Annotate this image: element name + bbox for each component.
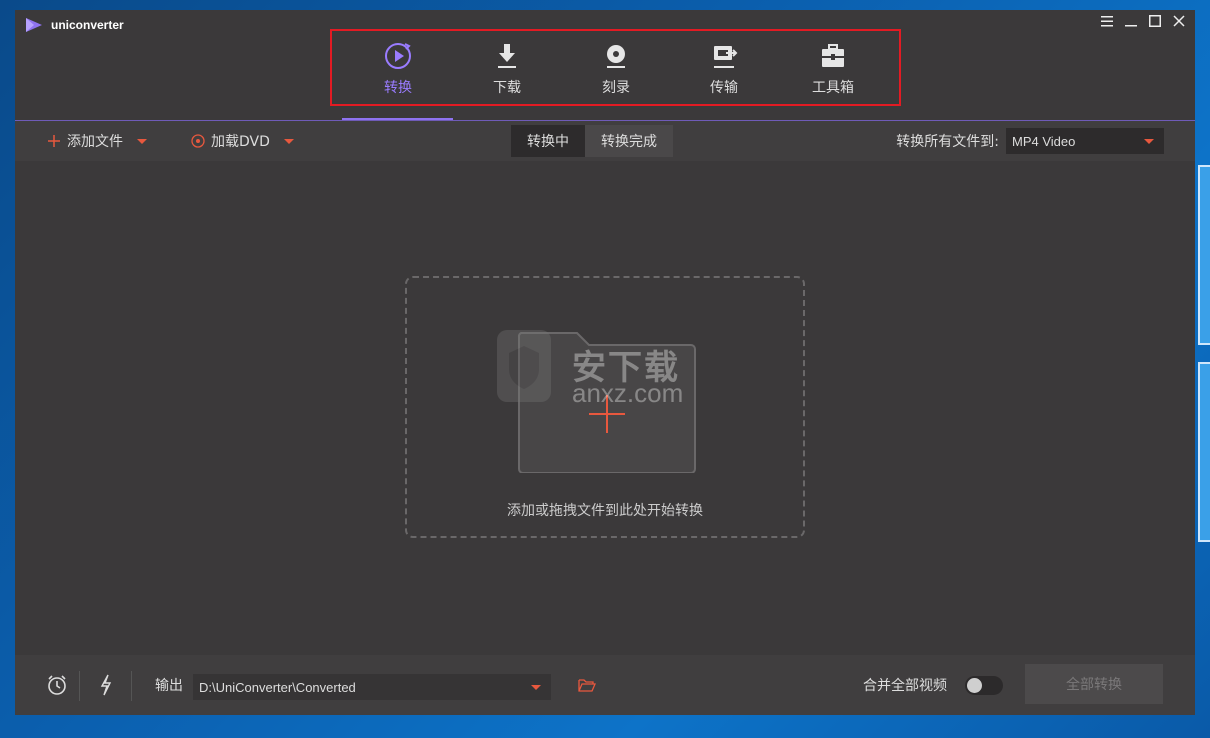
- nav-convert[interactable]: 转换: [353, 31, 443, 104]
- plus-icon: [48, 135, 60, 147]
- toolbar: 添加文件 加载DVD 转换中 转换完成 转换所有文件到: MP4 Video: [15, 121, 1195, 161]
- folder-open-icon: [578, 679, 596, 692]
- download-icon: [498, 44, 516, 68]
- nav-active-indicator: [342, 118, 453, 120]
- brand: uniconverter: [25, 17, 124, 33]
- nav-convert-label: 转换: [384, 80, 412, 96]
- main-nav: 转换 下载 刻录 传输 工具箱: [330, 29, 901, 106]
- desktop-tile: [1198, 362, 1210, 542]
- footer-divider: [79, 671, 80, 701]
- app-name: uniconverter: [51, 18, 124, 32]
- footer-divider: [131, 671, 132, 701]
- output-path-select[interactable]: D:\UniConverter\Converted: [193, 674, 551, 700]
- app-logo-icon: [26, 18, 42, 32]
- chevron-down-icon: [531, 685, 541, 690]
- toggle-knob: [967, 678, 982, 693]
- drop-zone-text: 添加或拖拽文件到此处开始转换: [507, 503, 703, 519]
- lightning-icon: [100, 674, 112, 696]
- output-format-select[interactable]: MP4 Video: [1006, 128, 1164, 154]
- nav-toolbox-label: 工具箱: [812, 80, 854, 96]
- load-dvd-button[interactable]: 加载DVD: [191, 121, 294, 161]
- high-speed-button[interactable]: [91, 655, 121, 715]
- close-icon[interactable]: [1171, 13, 1187, 29]
- add-files-dropdown-icon[interactable]: [137, 138, 147, 144]
- nav-transfer-label: 传输: [710, 80, 738, 96]
- app-window: uniconverter 转换 下载 刻录 传输 工具箱 添加文件 加载DVD …: [15, 10, 1195, 715]
- nav-toolbox[interactable]: 工具箱: [788, 31, 878, 104]
- conversion-tabs: 转换中 转换完成: [511, 125, 673, 157]
- schedule-button[interactable]: [42, 655, 72, 715]
- nav-download-label: 下载: [493, 80, 521, 96]
- transfer-icon: [714, 46, 738, 68]
- nav-burn[interactable]: 刻录: [571, 31, 661, 104]
- footer-bar: 输出 D:\UniConverter\Converted 合并全部视频 全部转换: [15, 655, 1195, 715]
- convert-all-button[interactable]: 全部转换: [1025, 664, 1163, 704]
- tab-converting[interactable]: 转换中: [511, 125, 585, 157]
- minimize-icon[interactable]: [1123, 13, 1139, 29]
- toolbox-icon: [822, 44, 844, 67]
- nav-burn-label: 刻录: [602, 80, 630, 96]
- desktop-tile: [1198, 165, 1210, 345]
- add-files-label: 添加文件: [67, 134, 123, 150]
- nav-download[interactable]: 下载: [462, 31, 552, 104]
- merge-videos-toggle[interactable]: [965, 676, 1003, 695]
- output-path-value: D:\UniConverter\Converted: [199, 679, 356, 695]
- nav-transfer[interactable]: 传输: [679, 31, 769, 104]
- load-dvd-dropdown-icon[interactable]: [283, 138, 294, 144]
- dvd-icon: [191, 134, 205, 148]
- main-area: 安下载 anxz.com 添加或拖拽文件到此处开始转换: [15, 161, 1195, 655]
- drop-zone[interactable]: 安下载 anxz.com 添加或拖拽文件到此处开始转换: [405, 276, 805, 538]
- window-controls: [1099, 13, 1187, 29]
- convert-all-to-label: 转换所有文件到:: [896, 134, 999, 150]
- alarm-clock-icon: [48, 675, 66, 695]
- open-folder-button[interactable]: [572, 655, 602, 715]
- tab-converted[interactable]: 转换完成: [585, 125, 673, 157]
- output-format-value: MP4 Video: [1012, 133, 1076, 149]
- merge-videos-label: 合并全部视频: [863, 678, 947, 694]
- maximize-icon[interactable]: [1147, 13, 1163, 29]
- output-label: 输出: [155, 678, 183, 694]
- menu-icon[interactable]: [1099, 13, 1115, 29]
- burn-icon: [607, 45, 625, 68]
- title-bar: uniconverter 转换 下载 刻录 传输 工具箱: [15, 10, 1195, 118]
- add-files-button[interactable]: 添加文件: [47, 121, 147, 161]
- watermark-url: anxz.com: [572, 378, 684, 408]
- load-dvd-label: 加载DVD: [211, 134, 270, 150]
- chevron-down-icon: [1144, 139, 1154, 144]
- convert-icon: [385, 43, 411, 69]
